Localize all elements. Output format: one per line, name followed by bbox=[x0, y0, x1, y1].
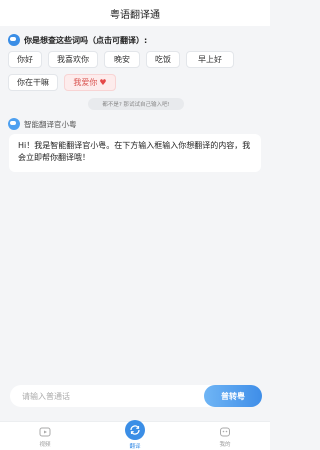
chip-wo-ai-ni[interactable]: 我爱你 ♥ bbox=[64, 74, 116, 91]
bottom-tab-bar: 视频 翻译 我的 bbox=[0, 420, 270, 450]
bot-message: Hi！我是智能翻译官小粤。在下方输入框输入你想翻译的内容，我会立即帮你翻译哦！ bbox=[9, 134, 261, 172]
chip-wo-ai-ni-label: 我爱你 bbox=[73, 78, 98, 87]
tab-profile[interactable]: 我的 bbox=[180, 422, 270, 450]
convert-button[interactable]: 普转粤 bbox=[204, 385, 262, 407]
tab-video[interactable]: 视频 bbox=[0, 422, 90, 450]
hint-pill: 都不是? 那试试自己输入吧! bbox=[88, 98, 184, 110]
bot-header: 智能翻译官小粤 bbox=[8, 118, 77, 130]
chip-wo-xi-huan-ni[interactable]: 我喜欢你 bbox=[48, 51, 98, 68]
chip-wan-an[interactable]: 晚安 bbox=[104, 51, 140, 68]
heart-icon: ♥ bbox=[99, 78, 107, 87]
profile-icon bbox=[220, 427, 230, 437]
chat-bubble-icon bbox=[8, 34, 20, 46]
tab-translate-label: 翻译 bbox=[129, 444, 141, 450]
translate-icon bbox=[125, 420, 145, 440]
input-bar: 普转粤 bbox=[10, 385, 262, 407]
chip-row-1: 你好 我喜欢你 晚安 吃饭 早上好 bbox=[8, 51, 264, 68]
top-bar: 粤语翻译通 bbox=[0, 0, 270, 26]
suggestion-chips: 你好 我喜欢你 晚安 吃饭 早上好 你在干嘛 我爱你 ♥ bbox=[8, 51, 264, 97]
chip-zao-shang-hao[interactable]: 早上好 bbox=[186, 51, 234, 68]
chip-ni-zai-gan-ma[interactable]: 你在干嘛 bbox=[8, 74, 58, 91]
suggestions-header: 你是想查这些词吗（点击可翻译）: bbox=[8, 33, 147, 47]
bot-name: 智能翻译官小粤 bbox=[24, 119, 77, 129]
chip-chi-fan[interactable]: 吃饭 bbox=[146, 51, 180, 68]
suggestions-title: 你是想查这些词吗（点击可翻译）: bbox=[24, 35, 148, 45]
video-icon bbox=[39, 427, 51, 437]
tab-translate[interactable]: 翻译 bbox=[90, 420, 180, 450]
bot-avatar-icon bbox=[8, 118, 20, 130]
chip-row-2: 你在干嘛 我爱你 ♥ bbox=[8, 74, 264, 91]
page-title: 粤语翻译通 bbox=[110, 9, 160, 21]
tab-video-label: 视频 bbox=[39, 442, 51, 448]
tab-profile-label: 我的 bbox=[219, 442, 231, 448]
mandarin-input[interactable] bbox=[10, 385, 200, 407]
chip-ni-hao[interactable]: 你好 bbox=[8, 51, 42, 68]
